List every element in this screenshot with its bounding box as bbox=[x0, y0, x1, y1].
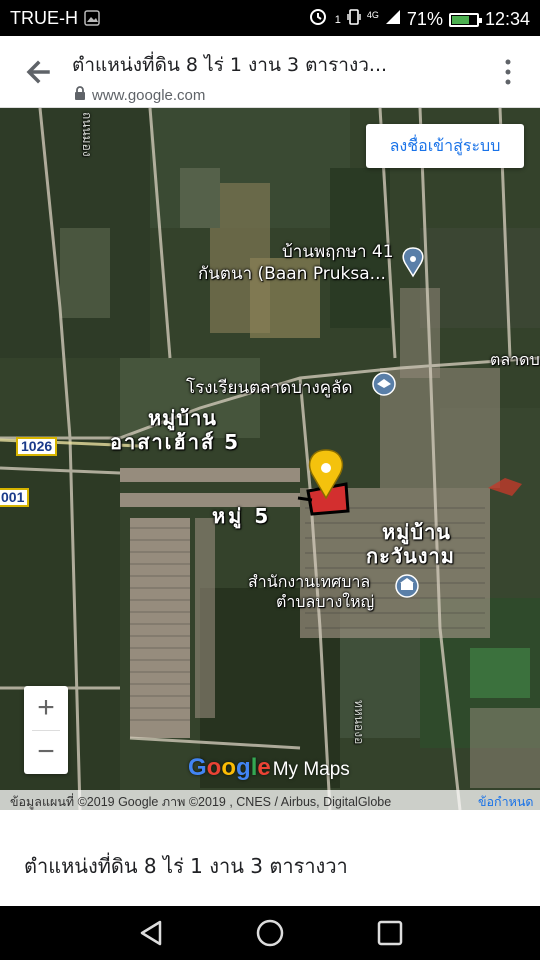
village-kawin-label-line2: กะวันงาม bbox=[366, 544, 455, 568]
square-recents-icon[interactable] bbox=[375, 918, 405, 948]
zoom-out-button[interactable]: − bbox=[24, 730, 68, 774]
url-row: www.google.com bbox=[74, 86, 205, 105]
map-attribution: ข้อมูลแผนที่ ©2019 Google ภาพ ©2019 , CN… bbox=[10, 795, 392, 809]
google-my-maps-logo: Google My Maps bbox=[188, 754, 350, 782]
circle-home-icon[interactable] bbox=[255, 918, 285, 948]
google-wordmark: Google bbox=[188, 754, 271, 781]
map-view[interactable]: ถนนมอง บ้านพฤกษา 41 กันตนา (Baan Pruksa.… bbox=[0, 108, 540, 810]
battery-icon bbox=[448, 12, 482, 27]
status-bar: TRUE-H 1 4G 71% 12:34 bbox=[0, 0, 540, 36]
school-label: โรงเรียนตลาดบางคูลัด bbox=[186, 378, 353, 398]
zoom-in-button[interactable]: + bbox=[24, 686, 68, 730]
image-notification-icon bbox=[84, 10, 100, 31]
signal-icon bbox=[385, 9, 401, 30]
arrow-back-icon[interactable] bbox=[20, 54, 56, 90]
office-label-line2: ตำบลบางใหญ่ bbox=[276, 592, 375, 611]
more-vert-icon[interactable] bbox=[502, 56, 514, 88]
road-label-bottom: ทหนองอ bbox=[352, 700, 366, 745]
network-type: 4G bbox=[366, 9, 379, 20]
carrier-name: TRUE-H bbox=[10, 8, 78, 28]
lock-icon bbox=[74, 86, 86, 105]
road-label-top: ถนนมอง bbox=[80, 112, 94, 157]
clock: 12:34 bbox=[484, 9, 530, 29]
sign-in-button[interactable]: ลงชื่อเข้าสู่ระบบ bbox=[366, 124, 524, 168]
triangle-back-icon[interactable] bbox=[136, 918, 166, 948]
terms-link[interactable]: ข้อกำหนด bbox=[478, 792, 534, 810]
alarm-sync-icon bbox=[309, 8, 329, 31]
market-label: ตลาดบ bbox=[490, 350, 540, 369]
route-1026-shield: 1026 bbox=[16, 437, 58, 456]
route-001-shield: 001 bbox=[0, 488, 30, 507]
vibrate-icon bbox=[347, 8, 361, 31]
battery-percent: 71% bbox=[406, 9, 443, 29]
zoom-divider bbox=[32, 730, 60, 731]
moo5-label: หมู่ 5 bbox=[212, 504, 272, 528]
satellite-imagery bbox=[0, 108, 540, 810]
place-name: ตำแหน่งที่ดิน 8 ไร่ 1 งาน 3 ตารางวา bbox=[24, 854, 348, 878]
system-nav-bar bbox=[0, 906, 540, 960]
page-url: www.google.com bbox=[92, 87, 206, 104]
poi-ban-pruksa-subtitle: กันตนา (Baan Pruksa... bbox=[198, 264, 386, 284]
sim-badge: 1 bbox=[334, 13, 341, 26]
map-attribution-bar: ข้อมูลแผนที่ ©2019 Google ภาพ ©2019 , CN… bbox=[0, 790, 540, 810]
my-maps-wordmark: My Maps bbox=[272, 759, 350, 780]
page-title: ตำแหน่งที่ดิน 8 ไร่ 1 งาน 3 ตารางว... bbox=[72, 54, 388, 76]
village-asa-label-line2: อาสาเฮ้าส์ 5 bbox=[110, 430, 241, 454]
place-info-panel[interactable]: ตำแหน่งที่ดิน 8 ไร่ 1 งาน 3 ตารางวา bbox=[0, 810, 540, 906]
zoom-controls: + − bbox=[24, 686, 68, 774]
app-bar: ตำแหน่งที่ดิน 8 ไร่ 1 งาน 3 ตารางว... ww… bbox=[0, 36, 540, 108]
